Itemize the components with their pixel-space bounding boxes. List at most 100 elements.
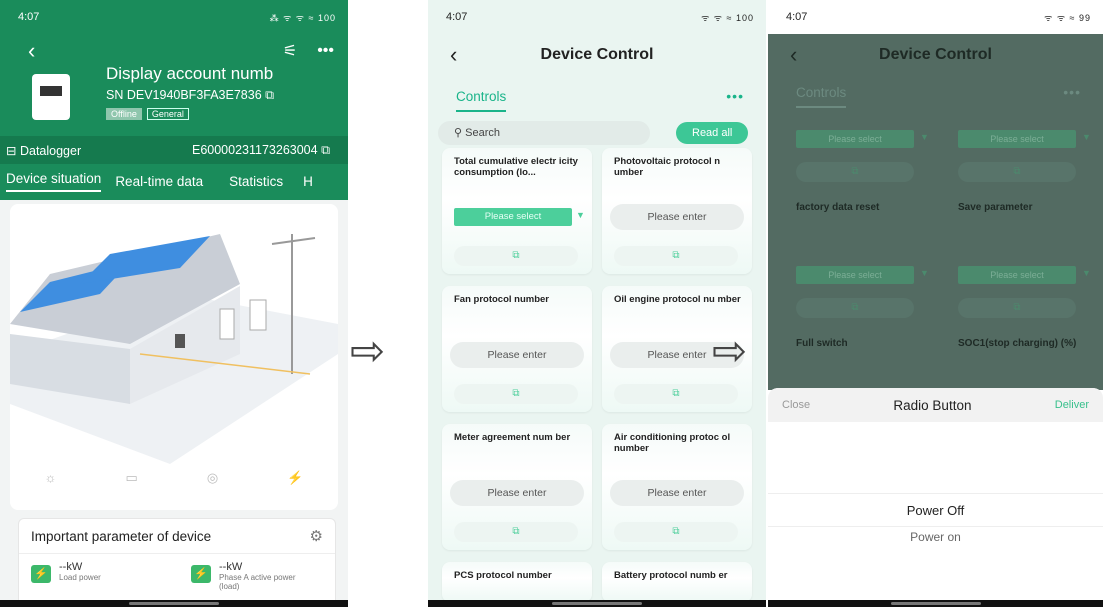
read-button[interactable]: ⧉ xyxy=(454,384,578,404)
control-card: PCS protocol number xyxy=(442,562,592,602)
param-load-power: ⚡ --kW Load power xyxy=(31,561,101,583)
control-cards-grid: Total cumulative electr icity consumptio… xyxy=(442,148,758,602)
read-icon: ⧉ xyxy=(512,250,520,261)
card-title: Photovoltaic protocol n umber xyxy=(614,156,721,178)
dropdown-caret-icon: ▼ xyxy=(920,132,929,142)
datalogger-label: Datalogger xyxy=(19,143,82,158)
more-icon[interactable]: ••• xyxy=(317,42,334,60)
card-title: Fan protocol number xyxy=(454,294,549,305)
input-field[interactable]: Please enter xyxy=(610,204,744,230)
solar-house-illustration xyxy=(10,234,338,464)
arrow-right-icon: ⇨ xyxy=(712,327,748,374)
house-illustration-card: ☼ ▭ ◎ ⚡ xyxy=(10,204,338,510)
deliver-button[interactable]: Deliver xyxy=(1055,399,1089,411)
read-button[interactable]: ⧉ xyxy=(614,384,738,404)
page-title: Device Control xyxy=(879,46,992,63)
tab-more[interactable]: H xyxy=(303,174,313,189)
datalogger-icon: ⊟ xyxy=(6,143,17,158)
radio-button-sheet-screen: 4:07 ᯤ ᯤ ≈ 99 ‹ Device Control Controls … xyxy=(768,0,1103,607)
read-icon: ⧉ xyxy=(512,388,520,399)
select-field: Please select xyxy=(958,266,1076,284)
card-title: PCS protocol number xyxy=(454,570,552,581)
option-power-off[interactable]: Power Off xyxy=(768,493,1103,527)
more-icon: ••• xyxy=(1063,84,1081,100)
param-label: Load power xyxy=(59,573,101,582)
read-icon: ⧉ xyxy=(672,388,680,399)
select-field[interactable]: Please select xyxy=(454,208,572,226)
control-card: Please select ▼ ⧉ Full switch xyxy=(782,250,932,386)
search-input[interactable]: ⚲ Search xyxy=(438,121,650,145)
datalogger-label-wrap: ⊟ Datalogger xyxy=(6,143,81,158)
grid-tower-icon: ⚡ xyxy=(287,470,304,485)
tab-real-time-data[interactable]: Real-time data xyxy=(115,174,203,189)
tab-statistics[interactable]: Statistics xyxy=(229,174,283,189)
control-card: Total cumulative electr icity consumptio… xyxy=(442,148,592,274)
tab-bar: Device situation Real-time data Statisti… xyxy=(0,164,348,198)
status-time: 4:07 xyxy=(446,11,468,23)
device-thumbnail xyxy=(32,74,70,120)
settings-sliders-icon[interactable]: ⚟ xyxy=(283,41,297,61)
read-button[interactable]: ⧉ xyxy=(454,246,578,266)
control-card: Fan protocol number Please enter ⧉ xyxy=(442,286,592,412)
search-icon: ⚲ xyxy=(454,127,463,139)
status-icons: ᯤ ᯤ ≈ 99 xyxy=(1044,12,1091,23)
option-power-on[interactable]: Power on xyxy=(768,530,1103,544)
top-nav: ‹ ⚟ ••• xyxy=(0,34,348,64)
controls-row: Controls ••• xyxy=(428,76,766,116)
copy-icon[interactable]: ⧉ xyxy=(265,88,274,102)
tab-controls[interactable]: Controls xyxy=(456,89,507,112)
back-icon[interactable]: ‹ xyxy=(450,42,457,68)
read-button[interactable]: ⧉ xyxy=(614,522,738,542)
read-button: ⧉ xyxy=(796,298,914,318)
flow-icons: ☼ ▭ ◎ ⚡ xyxy=(10,470,338,486)
gear-icon[interactable]: ⚙ xyxy=(310,527,323,545)
card-title: Meter agreement num ber xyxy=(454,432,571,443)
read-button: ⧉ xyxy=(796,162,914,182)
read-button[interactable]: ⧉ xyxy=(614,246,738,266)
more-icon[interactable]: ••• xyxy=(726,88,744,104)
sheet-title: Radio Button xyxy=(893,397,972,413)
select-field: Please select xyxy=(796,130,914,148)
tab-device-situation[interactable]: Device situation xyxy=(6,171,102,192)
close-button[interactable]: Close xyxy=(782,399,810,411)
datalogger-sn-wrap: E60000231173263004 ⧉ xyxy=(192,143,330,158)
control-card: Battery protocol numb er xyxy=(602,562,752,602)
card-title: Battery protocol numb er xyxy=(614,570,728,581)
card-title: factory data reset xyxy=(796,202,880,213)
datalogger-sn: E60000231173263004 xyxy=(191,142,318,157)
read-all-button[interactable]: Read all xyxy=(676,122,749,144)
input-field[interactable]: Please enter xyxy=(450,342,584,368)
input-field[interactable]: Please enter xyxy=(610,480,744,506)
card-title: Save parameter xyxy=(958,202,1033,213)
arrow-right-icon: ⇨ xyxy=(350,327,386,374)
read-button[interactable]: ⧉ xyxy=(454,522,578,542)
status-bar: 4:07 ᯤ ᯤ ≈ 99 xyxy=(768,0,1103,34)
status-icons: ⁂ ᯤ ᯤ ≈ 100 xyxy=(269,12,336,23)
dropdown-caret-icon[interactable]: ▼ xyxy=(576,210,585,220)
device-name: Display account numb xyxy=(106,64,274,83)
sheet-header: Close Radio Button Deliver xyxy=(768,388,1103,422)
card-title: SOC1(stop charging) (%) xyxy=(958,338,1077,349)
control-card: Meter agreement num ber Please enter ⧉ xyxy=(442,424,592,550)
read-button: ⧉ xyxy=(958,298,1076,318)
dimmed-background[interactable]: ‹ Device Control Controls ••• Please sel… xyxy=(768,34,1103,390)
read-button: ⧉ xyxy=(958,162,1076,182)
input-field[interactable]: Please enter xyxy=(450,480,584,506)
card-title: Full switch xyxy=(796,338,848,349)
gesture-bar xyxy=(768,600,1103,607)
important-parameters-card: Important parameter of device ⚙ ⚡ --kW Lo… xyxy=(18,518,336,607)
read-icon: ⧉ xyxy=(672,250,680,261)
copy-icon[interactable]: ⧉ xyxy=(321,143,330,157)
battery-icon: ▭ xyxy=(125,470,138,485)
dropdown-caret-icon: ▼ xyxy=(1082,268,1091,278)
status-badge: Offline xyxy=(106,108,142,120)
status-bar: 4:07 ᯤ ᯤ ≈ 100 xyxy=(428,0,766,34)
param-phase-a-power: ⚡ --kW Phase A active power (load) xyxy=(191,561,301,591)
camera-icon: ◎ xyxy=(206,470,219,485)
status-bar: 4:07 ⁂ ᯤ ᯤ ≈ 100 xyxy=(0,0,348,34)
search-placeholder: Search xyxy=(465,127,500,139)
back-icon[interactable]: ‹ xyxy=(28,38,35,64)
status-time: 4:07 xyxy=(786,11,808,23)
select-field: Please select xyxy=(796,266,914,284)
control-card: Please select ▼ ⧉ factory data reset xyxy=(782,114,932,250)
